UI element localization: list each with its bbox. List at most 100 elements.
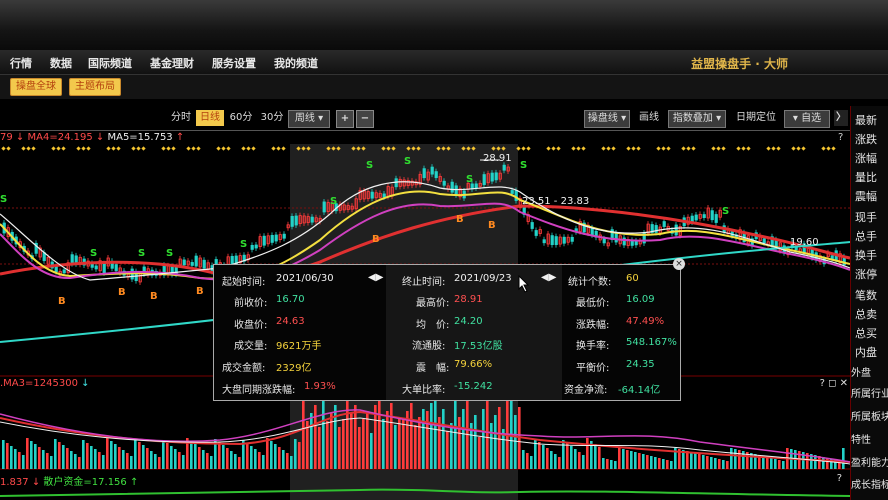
volume-bar	[498, 407, 501, 469]
prev-close-value: 16.70	[276, 294, 305, 305]
sidebar-item-4[interactable]: 震幅	[855, 188, 888, 204]
period-zhouxian-label: 周线	[294, 113, 315, 124]
volume-bar	[286, 453, 289, 469]
caopanxian-dropdown[interactable]: 操盘线 ▾	[584, 110, 630, 128]
candle-body	[710, 210, 714, 221]
caopanxian-label: 操盘线	[587, 113, 618, 124]
high-value: 28.91	[454, 294, 483, 305]
period-30min[interactable]: 30分	[257, 110, 287, 126]
watchlist-dropdown[interactable]: ▾ 自选	[784, 110, 830, 128]
right-column-sidebar: 最新涨跌涨幅量比震幅现手总手换手涨停笔数总卖总买内盘外盘所属行业所属板块特性盈利…	[850, 106, 888, 500]
zoom-in-button[interactable]: +	[336, 110, 354, 128]
volume-bar	[690, 452, 693, 469]
index-change-label: 大盘同期涨跌幅:	[222, 385, 296, 396]
volume-bar	[538, 442, 541, 469]
sidebar-item-13[interactable]: 外盘	[851, 364, 885, 379]
menu-jijin[interactable]: 基金理财	[150, 55, 194, 71]
sell-signal-marker: S	[166, 248, 173, 259]
menu-wode[interactable]: 我的频道	[274, 55, 318, 71]
zoom-out-button[interactable]: −	[356, 110, 374, 128]
start-time-stepper-icon[interactable]: ◀▶	[368, 272, 383, 283]
sidebar-item-17[interactable]: 盈利能力	[851, 454, 888, 469]
signal-diamond	[86, 146, 91, 151]
help-icon[interactable]: ?	[838, 132, 843, 143]
expand-panel-button[interactable]: 〉	[834, 110, 848, 126]
signal-diamond	[111, 146, 116, 151]
volume-bar	[738, 450, 741, 469]
candle-body	[294, 215, 298, 226]
volume-bar	[546, 448, 549, 469]
volume-bar	[210, 456, 213, 469]
signal-diamond	[791, 146, 796, 151]
volume-bar	[358, 427, 361, 469]
sidebar-item-9[interactable]: 笔数	[855, 287, 888, 303]
volume-bar	[474, 415, 477, 469]
volume-bar	[582, 455, 585, 469]
candle-body	[534, 230, 538, 236]
menu-hangqing[interactable]: 行情	[10, 55, 32, 71]
theme-layout-button[interactable]: 主题布局	[69, 78, 121, 96]
draw-line-button[interactable]: 画线	[634, 110, 664, 126]
signal-diamond	[711, 146, 716, 151]
candle-body	[274, 234, 278, 242]
sidebar-item-16[interactable]: 特性	[851, 431, 885, 446]
volume-bar	[386, 411, 389, 469]
candle-body	[562, 236, 566, 244]
sidebar-item-6[interactable]: 总手	[855, 228, 888, 244]
candle-body	[270, 235, 274, 243]
sidebar-item-1[interactable]: 涨跌	[855, 131, 888, 147]
end-time-stepper-icon[interactable]: ◀▶	[541, 272, 556, 283]
index-overlay-dropdown[interactable]: 指数叠加 ▾	[668, 110, 726, 128]
signal-diamond	[776, 146, 781, 151]
signal-diamond	[546, 146, 551, 151]
candle-body	[422, 168, 426, 179]
sidebar-item-8[interactable]: 涨停	[855, 266, 888, 282]
sidebar-item-0[interactable]: 最新	[855, 112, 888, 128]
help-icon[interactable]: ?	[837, 473, 842, 484]
candle-body	[62, 269, 66, 274]
sidebar-item-14[interactable]: 所属行业	[851, 385, 888, 400]
sidebar-item-7[interactable]: 换手	[855, 247, 888, 263]
date-locate-button[interactable]: 日期定位	[732, 110, 780, 126]
sidebar-item-10[interactable]: 总卖	[855, 306, 888, 322]
volume-bar	[62, 445, 65, 469]
turnover-value: 548.167%	[626, 337, 677, 348]
sidebar-item-12[interactable]: 内盘	[855, 344, 888, 360]
sidebar-item-3[interactable]: 量比	[855, 169, 888, 185]
period-60min[interactable]: 60分	[226, 110, 256, 126]
menu-shuju[interactable]: 数据	[50, 55, 72, 71]
volume-bar	[342, 419, 345, 469]
volume-bar	[494, 415, 497, 469]
menu-fuwu[interactable]: 服务设置	[212, 55, 256, 71]
sidebar-item-2[interactable]: 涨幅	[855, 150, 888, 166]
sidebar-item-15[interactable]: 所属板块	[851, 408, 888, 423]
sidebar-item-18[interactable]: 成长指标	[851, 476, 888, 491]
high-label: 最高价:	[416, 298, 450, 309]
period-fenshi[interactable]: 分时	[168, 110, 194, 126]
sidebar-item-5[interactable]: 现手	[855, 209, 888, 225]
candle-body	[190, 262, 194, 266]
volume-bar	[234, 454, 237, 469]
signal-diamond	[56, 146, 61, 151]
sell-signal-marker: S	[0, 194, 7, 205]
menu-guoji[interactable]: 国际频道	[88, 55, 132, 71]
volume-panel-controls[interactable]: ? ◻ ✕	[820, 378, 848, 389]
volume-bar	[18, 452, 21, 469]
period-rixian[interactable]: 日线	[196, 110, 224, 126]
buy-signal-marker: B	[488, 220, 496, 231]
signal-diamond	[766, 146, 771, 151]
big-order-label: 大单比率:	[402, 385, 446, 396]
global-trading-button[interactable]: 操盘全球	[10, 78, 62, 96]
volume-bar	[50, 456, 53, 469]
volume-bar	[634, 452, 637, 469]
period-zhouxian-dropdown[interactable]: 周线 ▾	[288, 110, 330, 128]
candle-body	[442, 180, 446, 186]
signal-diamond	[611, 146, 616, 151]
sidebar-item-11[interactable]: 总买	[855, 325, 888, 341]
volume-bar	[118, 447, 121, 469]
close-icon[interactable]: ×	[673, 258, 685, 270]
sell-signal-marker: S	[240, 239, 247, 250]
volume-bar	[246, 443, 249, 469]
volume-bar	[394, 425, 397, 469]
volume-bar	[598, 447, 601, 469]
